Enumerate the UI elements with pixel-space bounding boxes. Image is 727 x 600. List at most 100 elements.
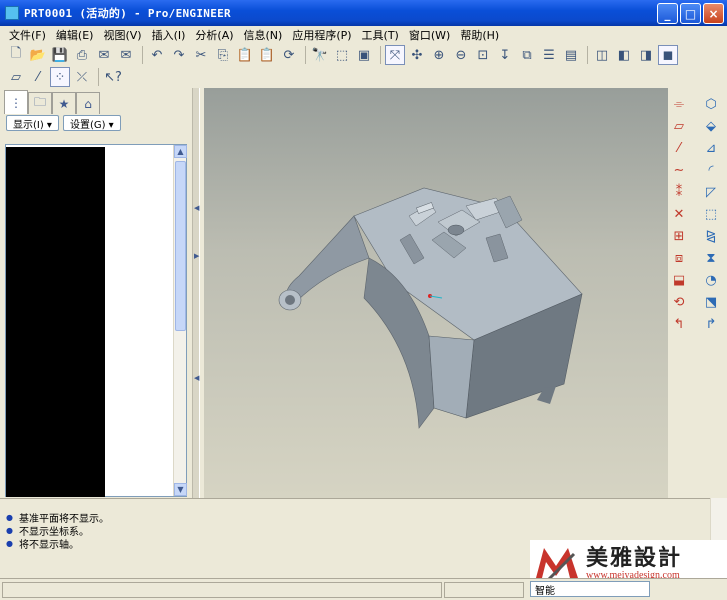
- datum-toolbar: ▱ ⁄ ⁘ ⤫ ↖?: [0, 66, 200, 88]
- variable-sweep-icon[interactable]: ⟲: [669, 292, 689, 312]
- datum-points-icon[interactable]: ⁘: [50, 67, 70, 87]
- blend-tool-icon[interactable]: ⬔: [701, 292, 721, 312]
- minimize-button[interactable]: _: [657, 3, 678, 24]
- cut-icon[interactable]: ✂: [191, 45, 211, 65]
- shell-tool-icon[interactable]: ⬡: [701, 94, 721, 114]
- favorites-tab-icon[interactable]: ★: [52, 92, 76, 114]
- datum-plane-tool-icon[interactable]: ▱: [669, 116, 689, 136]
- refit-icon[interactable]: ⊡: [473, 45, 493, 65]
- model-tree[interactable]: ▲ ▼: [5, 144, 187, 497]
- send-recipient-icon[interactable]: ✉: [116, 45, 136, 65]
- status-message-cell: [2, 581, 442, 598]
- redo-icon[interactable]: ↷: [169, 45, 189, 65]
- merge-tool-icon[interactable]: ⧈: [669, 248, 689, 268]
- panel-splitter[interactable]: ◀ ▶ ◀: [192, 88, 200, 498]
- main-toolbar: 🗋 📂 💾 ⎙ ✉ ✉ ↶ ↷ ✂ ⎘ 📋 📋 ⟳ 🔭 ⬚ ▣ ⤧ ✣ ⊕ ⊖ ⊡ ↧ ⧉ ☰ ▤ ◫ ◧ ◨ ◼: [0, 44, 727, 66]
- close-button[interactable]: ×: [703, 3, 724, 24]
- zoom-out-icon[interactable]: ⊖: [451, 45, 471, 65]
- repaint-icon[interactable]: ▣: [354, 45, 374, 65]
- regenerate-icon[interactable]: ⟳: [279, 45, 299, 65]
- title-bar[interactable]: PRT0001 (活动的) - Pro/ENGINEER _ □ ×: [0, 0, 727, 26]
- navigator-panel: ⋮ 🗀 ★ ⌂ 显示(I) ▾ 设置(G) ▾ ▲ ▼: [0, 88, 192, 498]
- menu-item[interactable]: 分析(A): [190, 27, 238, 43]
- shading-icon[interactable]: ◼: [658, 45, 678, 65]
- context-help-icon[interactable]: ↖?: [103, 67, 123, 87]
- collapse-arrow-icon-lower[interactable]: ◀: [194, 374, 199, 382]
- menu-item[interactable]: 插入(I): [147, 27, 191, 43]
- no-hidden-icon[interactable]: ◨: [636, 45, 656, 65]
- window-title: PRT0001 (活动的) - Pro/ENGINEER: [24, 7, 231, 20]
- trim-tool-icon[interactable]: ⧗: [701, 248, 721, 268]
- expand-arrow-icon[interactable]: ▶: [194, 252, 199, 260]
- menu-item[interactable]: 信息(N): [239, 27, 288, 43]
- style-tool-icon[interactable]: ↰: [669, 314, 689, 334]
- graphics-window[interactable]: [204, 88, 668, 498]
- model-tree-scrollbar[interactable]: ▲ ▼: [173, 145, 187, 496]
- hidden-line-icon[interactable]: ◧: [614, 45, 634, 65]
- menu-item[interactable]: 帮助(H): [455, 27, 504, 43]
- message-line: ● 基准平面将不显示。: [0, 511, 710, 525]
- hole-tool-icon[interactable]: ⌯: [669, 94, 689, 114]
- mirror-tool-icon[interactable]: ⧎: [701, 226, 721, 246]
- datum-point-tool-icon[interactable]: ⁑: [669, 182, 689, 202]
- save-icon[interactable]: 💾: [50, 45, 70, 65]
- menu-item[interactable]: 编辑(E): [51, 27, 99, 43]
- round-tool-icon[interactable]: ◜: [701, 160, 721, 180]
- saved-views-icon[interactable]: ⧉: [517, 45, 537, 65]
- warp-tool-icon[interactable]: ↱: [701, 314, 721, 334]
- datum-axes-icon[interactable]: ⁄: [28, 67, 48, 87]
- status-selection-cell: [444, 581, 524, 598]
- toolbar-separator: [587, 46, 588, 64]
- scroll-up-icon[interactable]: ▲: [174, 145, 187, 158]
- extrude-tool-icon[interactable]: ⬓: [669, 270, 689, 290]
- find-icon[interactable]: 🔭: [310, 45, 330, 65]
- layers-icon[interactable]: ☰: [539, 45, 559, 65]
- selection-filter[interactable]: 智能: [530, 581, 650, 597]
- pattern-tool-icon[interactable]: ⬚: [701, 204, 721, 224]
- model-tree-tab-icon[interactable]: ⋮: [4, 90, 28, 114]
- menu-item[interactable]: 应用程序(P): [287, 27, 356, 43]
- app-icon: [5, 6, 19, 20]
- paste-special-icon[interactable]: 📋: [257, 45, 277, 65]
- wireframe-icon[interactable]: ◫: [592, 45, 612, 65]
- datum-csys-tool-icon[interactable]: ✕: [669, 204, 689, 224]
- reorient-icon[interactable]: ↧: [495, 45, 515, 65]
- zoom-in-icon[interactable]: ⊕: [429, 45, 449, 65]
- menu-item[interactable]: 视图(V): [98, 27, 146, 43]
- maximize-button[interactable]: □: [680, 3, 701, 24]
- model-tree-content: [6, 147, 105, 497]
- connections-tab-icon[interactable]: ⌂: [76, 92, 100, 114]
- collapse-arrow-icon[interactable]: ◀: [194, 204, 199, 212]
- show-dropdown[interactable]: 显示(I) ▾: [6, 115, 59, 131]
- paste-icon[interactable]: 📋: [235, 45, 255, 65]
- orient-mode-icon[interactable]: ⤧: [385, 45, 405, 65]
- message-line: ● 不显示坐标系。: [0, 524, 710, 538]
- rib-tool-icon[interactable]: ⬙: [701, 116, 721, 136]
- sketched-curve-icon[interactable]: ∼: [669, 160, 689, 180]
- scroll-down-icon[interactable]: ▼: [174, 483, 187, 496]
- spin-center-icon[interactable]: ✣: [407, 45, 427, 65]
- open-folder-icon[interactable]: 📂: [28, 45, 48, 65]
- draft-tool-icon[interactable]: ⊿: [701, 138, 721, 158]
- selection-filter-icon[interactable]: ⬚: [332, 45, 352, 65]
- view-manager-icon[interactable]: ▤: [561, 45, 581, 65]
- undo-icon[interactable]: ↶: [147, 45, 167, 65]
- datum-planes-icon[interactable]: ▱: [6, 67, 26, 87]
- revolve-tool-icon[interactable]: ◔: [701, 270, 721, 290]
- message-bullet-icon: ●: [6, 539, 13, 548]
- folder-browser-tab-icon[interactable]: 🗀: [28, 92, 52, 114]
- analysis-tool-icon[interactable]: ⊞: [669, 226, 689, 246]
- scroll-thumb[interactable]: [175, 161, 186, 331]
- coordinate-systems-icon[interactable]: ⤫: [72, 67, 92, 87]
- datum-axis-tool-icon[interactable]: ⁄: [669, 138, 689, 158]
- send-mail-icon[interactable]: ✉: [94, 45, 114, 65]
- print-icon[interactable]: ⎙: [72, 45, 92, 65]
- new-file-icon[interactable]: 🗋: [6, 45, 26, 65]
- chamfer-tool-icon[interactable]: ◸: [701, 182, 721, 202]
- copy-icon[interactable]: ⎘: [213, 45, 233, 65]
- message-bullet-icon: ●: [6, 513, 13, 522]
- menu-item[interactable]: 文件(F): [4, 27, 51, 43]
- settings-dropdown[interactable]: 设置(G) ▾: [62, 115, 121, 131]
- menu-item[interactable]: 工具(T): [357, 27, 404, 43]
- menu-item[interactable]: 窗口(W): [404, 27, 455, 43]
